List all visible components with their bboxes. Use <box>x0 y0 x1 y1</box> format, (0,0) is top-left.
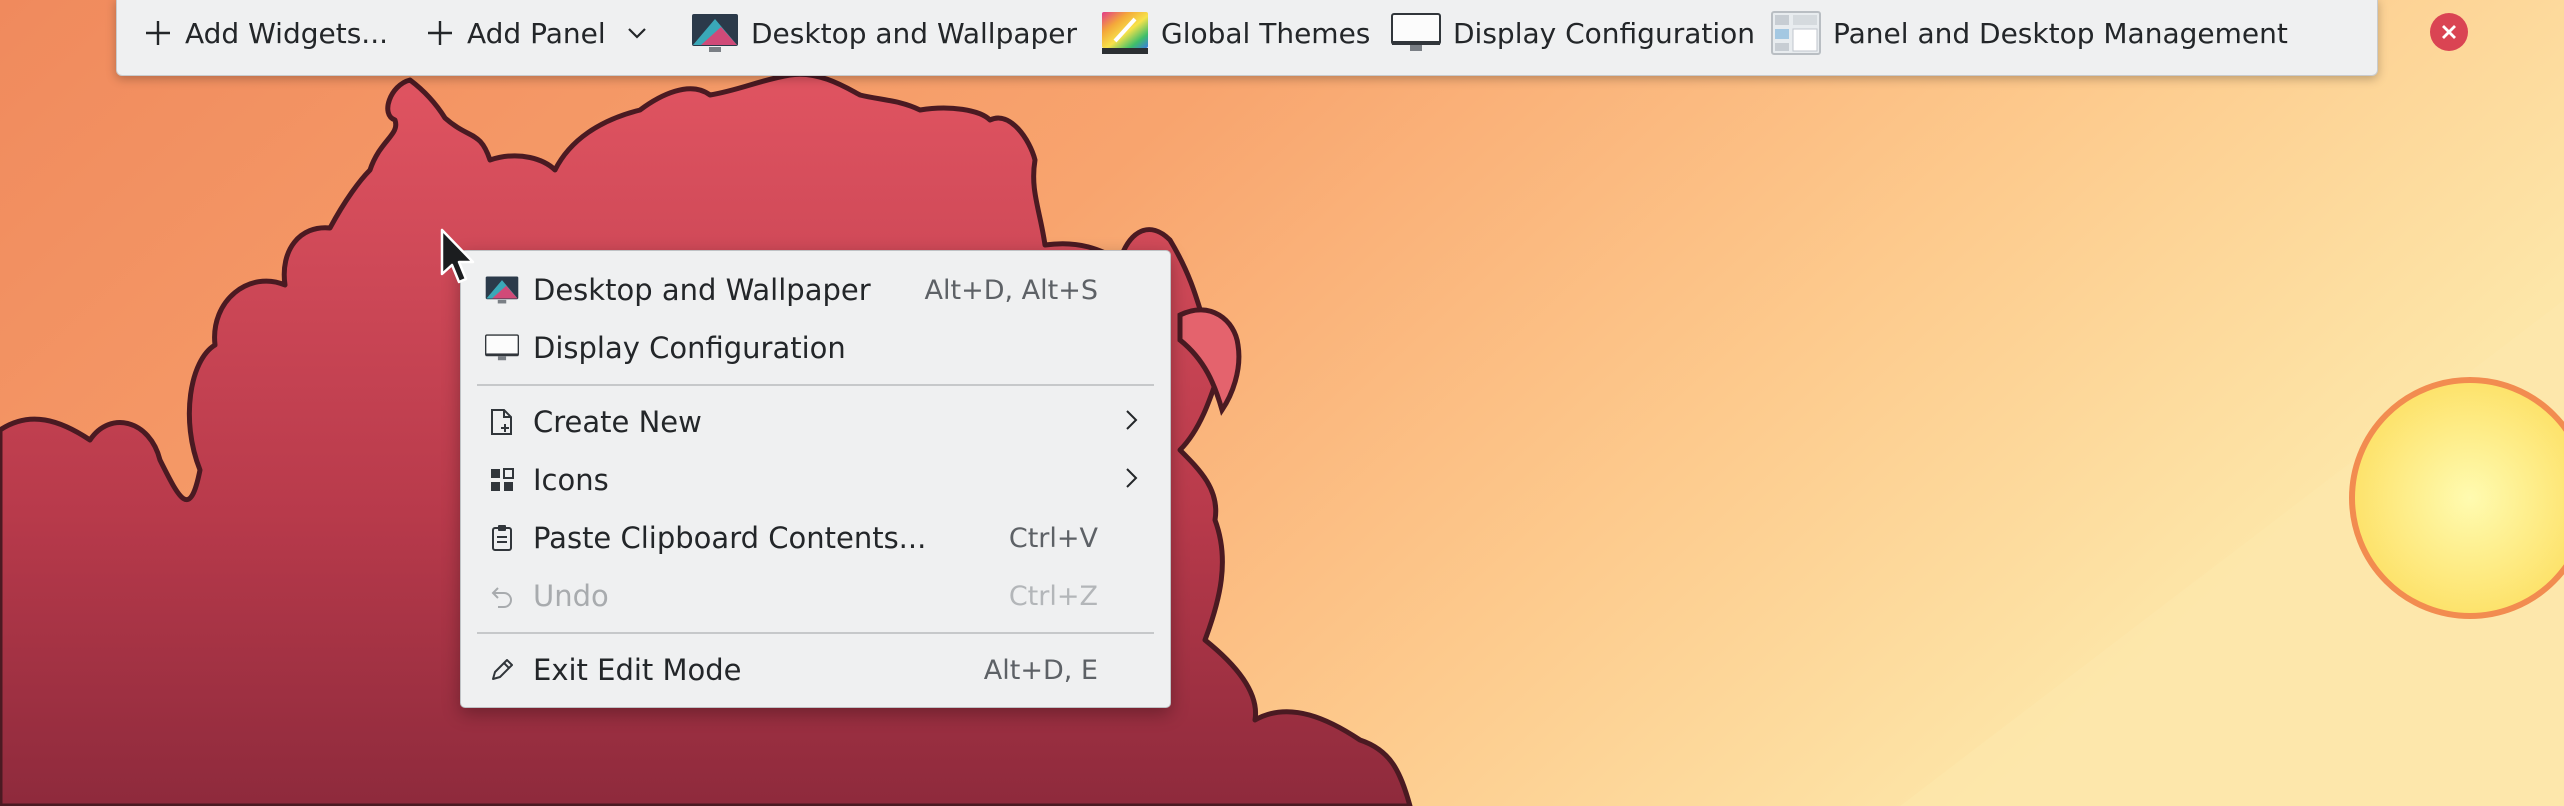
menu-item-icons[interactable]: Icons <box>461 451 1170 509</box>
clipboard-icon <box>485 521 519 555</box>
menu-item-label: Paste Clipboard Contents... <box>533 521 927 555</box>
panel-desktop-management-label: Panel and Desktop Management <box>1833 16 2288 50</box>
plus-icon <box>143 18 173 48</box>
add-panel-button[interactable]: Add Panel <box>425 0 648 68</box>
undo-icon <box>485 579 519 613</box>
display-configuration-label: Display Configuration <box>1453 16 1755 50</box>
menu-item-label: Undo <box>533 579 609 613</box>
desktop-context-menu: Desktop and Wallpaper Alt+D, Alt+S Displ… <box>460 250 1171 708</box>
menu-item-label: Icons <box>533 463 609 497</box>
menu-item-paste-clipboard[interactable]: Paste Clipboard Contents... Ctrl+V <box>461 509 1170 567</box>
global-themes-button[interactable]: Global Themes <box>1101 0 1370 68</box>
panel-desktop-management-button[interactable]: Panel and Desktop Management <box>1771 0 2288 68</box>
close-edit-mode-button[interactable] <box>2430 13 2468 51</box>
desktop-wallpaper-button[interactable]: Desktop and Wallpaper <box>691 0 1077 68</box>
close-icon <box>2442 25 2456 39</box>
menu-item-shortcut: Alt+D, Alt+S <box>924 274 1098 306</box>
menu-item-create-new[interactable]: Create New <box>461 393 1170 451</box>
new-document-icon <box>485 405 519 439</box>
add-panel-label: Add Panel <box>467 16 606 50</box>
display-configuration-button[interactable]: Display Configuration <box>1391 0 1755 68</box>
plus-icon <box>425 18 455 48</box>
wallpaper-icon <box>691 13 739 53</box>
themes-icon <box>1101 11 1149 55</box>
menu-item-display-configuration[interactable]: Display Configuration <box>461 319 1170 377</box>
menu-item-exit-edit-mode[interactable]: Exit Edit Mode Alt+D, E <box>461 641 1170 699</box>
grid-icon <box>485 463 519 497</box>
menu-separator <box>477 632 1154 634</box>
desktop-wallpaper-label: Desktop and Wallpaper <box>751 16 1078 50</box>
pencil-icon <box>485 653 519 687</box>
menu-item-shortcut: Alt+D, E <box>983 654 1098 686</box>
menu-item-label: Exit Edit Mode <box>533 653 742 687</box>
menu-item-label: Create New <box>533 405 702 439</box>
menu-item-undo: Undo Ctrl+Z <box>461 567 1170 625</box>
edit-mode-toolbar: Add Widgets... Add Panel Desktop and Wal… <box>116 0 2468 76</box>
add-widgets-button[interactable]: Add Widgets... <box>143 0 388 68</box>
chevron-right-icon <box>1122 405 1140 439</box>
sun-shape <box>2349 377 2564 619</box>
monitor-icon <box>485 331 519 365</box>
monitor-icon <box>1391 13 1441 53</box>
menu-item-label: Desktop and Wallpaper <box>533 273 871 307</box>
menu-item-shortcut: Ctrl+V <box>1008 522 1098 554</box>
panel-management-icon <box>1771 11 1821 55</box>
global-themes-label: Global Themes <box>1161 16 1371 50</box>
desktop-wallpaper[interactable] <box>0 0 2564 806</box>
add-widgets-label: Add Widgets... <box>185 16 388 50</box>
chevron-right-icon <box>1122 463 1140 497</box>
mouse-pointer-icon <box>440 228 475 284</box>
wallpaper-icon <box>485 273 519 307</box>
menu-item-label: Display Configuration <box>533 331 846 365</box>
menu-item-shortcut: Ctrl+Z <box>1008 580 1098 612</box>
menu-separator <box>477 384 1154 386</box>
menu-item-desktop-wallpaper[interactable]: Desktop and Wallpaper Alt+D, Alt+S <box>461 261 1170 319</box>
chevron-down-icon[interactable] <box>626 22 648 44</box>
